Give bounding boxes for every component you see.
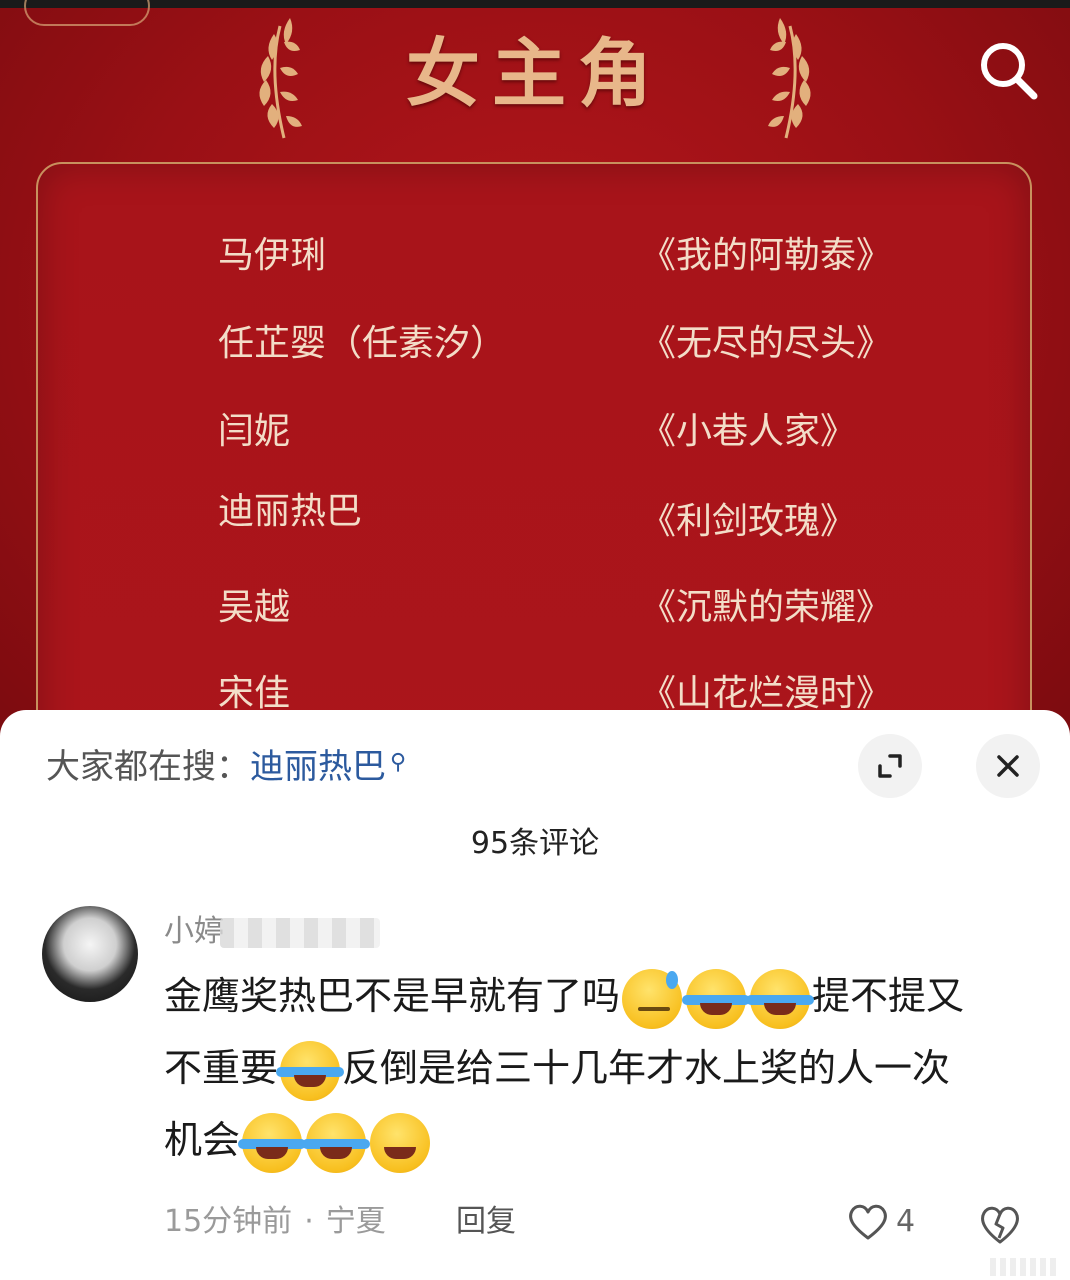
- comment-count: 95条评论: [470, 826, 600, 861]
- poster-title: 女主角: [406, 31, 664, 117]
- nominee-work: 《我的阿勒泰》: [640, 235, 893, 276]
- trending-term-link[interactable]: 迪丽热巴: [250, 747, 386, 787]
- nominee-work: 《利剑玫瑰》: [640, 501, 857, 542]
- reply-button[interactable]: 回复: [456, 1200, 516, 1244]
- nominee-name: 闫妮: [218, 411, 291, 452]
- status-strip: [0, 0, 1070, 8]
- crying-laughing-emoji-icon: [746, 968, 815, 1029]
- trending-label: 大家都在搜：: [46, 747, 250, 787]
- poster-image: 女主角 马伊琍 《我的阿勒泰》 任芷婴（任素汐） 《无尽的尽头》 闫妮 《小巷人…: [0, 0, 1070, 760]
- nominee-name: 任芷婴（任素汐）: [218, 323, 507, 364]
- close-icon: [997, 755, 1019, 777]
- watermark: [990, 1258, 1060, 1276]
- comment-text-segment: 不重要: [164, 1046, 279, 1090]
- nominee-name: 马伊琍: [218, 235, 327, 276]
- comment-text-segment: 反倒是给三十几年才水上奖的人一次: [342, 1046, 951, 1090]
- search-icon[interactable]: [972, 34, 1044, 106]
- crying-laughing-emoji-icon: [302, 1112, 371, 1173]
- comment-username[interactable]: 小婷: [164, 912, 224, 952]
- comment-body: 金鹰奖热巴不是早就有了吗 提不提又 不重要 反倒是给三十几年才水上奖的人一次 机会: [164, 960, 1024, 1176]
- crying-laughing-emoji-icon: [682, 968, 751, 1029]
- broken-heart-icon[interactable]: [978, 1202, 1022, 1246]
- nominee-name: 吴越: [218, 587, 291, 628]
- blurred-username: [220, 918, 380, 948]
- heart-icon[interactable]: [846, 1202, 890, 1242]
- close-button[interactable]: [976, 734, 1040, 798]
- nominee-work: 《无尽的尽头》: [640, 323, 893, 364]
- laurel-wreath-right-icon: [768, 18, 811, 139]
- like-count: 4: [896, 1204, 916, 1239]
- nominee-work: 《小巷人家》: [640, 411, 857, 452]
- magnifier-icon: ⚲: [390, 750, 407, 775]
- crying-laughing-emoji-icon: [276, 1040, 345, 1101]
- poster-badge: [24, 0, 150, 26]
- comment-text-segment: 机会: [164, 1118, 241, 1162]
- separator-dot: ·: [304, 1204, 314, 1239]
- comment-location: 宁夏: [325, 1204, 386, 1239]
- nominee-work: 《沉默的荣耀》: [640, 587, 893, 628]
- dizzy-face-emoji-icon: [370, 1112, 431, 1173]
- nominee-name: 迪丽热巴: [218, 491, 363, 532]
- laurel-wreath-left-icon: [259, 18, 302, 139]
- expand-button[interactable]: [858, 734, 922, 798]
- comment-time: 15分钟前: [164, 1204, 293, 1239]
- comment-text-segment: 提不提又: [812, 974, 965, 1018]
- comment-text-segment: 金鹰奖热巴不是早就有了吗: [164, 974, 621, 1018]
- trending-search: 大家都在搜：迪丽热巴 ⚲: [46, 742, 406, 792]
- avatar[interactable]: [42, 906, 138, 1002]
- crying-laughing-emoji-icon: [238, 1112, 307, 1173]
- comment-sheet: 大家都在搜：迪丽热巴 ⚲ 95条评论 小婷 金鹰奖热巴不是早就有了吗 提不提又 不重…: [0, 710, 1070, 1280]
- sweat-emoji-icon: [622, 968, 683, 1029]
- expand-icon: [878, 754, 902, 778]
- comment-meta: 15分钟前 · 宁夏: [164, 1200, 386, 1244]
